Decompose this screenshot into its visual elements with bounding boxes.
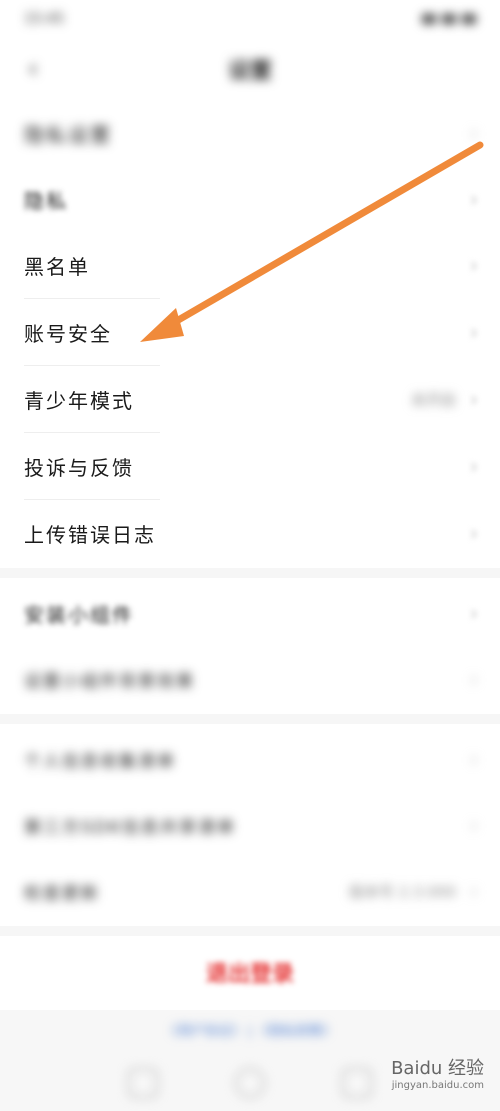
row-label: 个人信息收集清单 <box>24 751 176 772</box>
settings-row-feedback[interactable]: 投诉与反馈 › <box>0 433 500 499</box>
chevron-right-icon: › <box>470 121 478 145</box>
row-label: 第三方SDK信息共享清单 <box>24 817 237 838</box>
chevron-right-icon: › <box>470 813 478 837</box>
settings-row-blacklist[interactable]: 黑名单 › <box>0 232 500 298</box>
back-icon[interactable]: ‹ <box>18 54 48 84</box>
row-label: 青少年模式 <box>24 388 134 413</box>
watermark: Baidu 经验 jingyan.baidu.com <box>391 1054 484 1091</box>
page-title: 设置 <box>227 59 272 84</box>
square-icon[interactable] <box>128 1068 159 1098</box>
row-label: 上传错误日志 <box>24 522 156 547</box>
status-icons <box>422 14 476 24</box>
settings-row-upload-log[interactable]: 上传错误日志 › <box>0 500 500 566</box>
section-gap <box>0 926 500 936</box>
settings-row-account-security[interactable]: 账号安全 › <box>0 299 500 365</box>
chevron-right-icon: › <box>470 253 478 277</box>
teen-mode-status: 未开启 <box>410 390 456 409</box>
settings-row-privacy-settings[interactable]: 隐私设置 › <box>0 100 500 166</box>
chevron-right-icon: › <box>470 387 478 411</box>
watermark-title: Baidu 经验 <box>391 1058 484 1079</box>
settings-row-widget-background[interactable]: 设置小组件背景效果 › <box>0 646 500 712</box>
footer: 《用户协议》 | 《隐私政策》 Baidu 经验 jingyan.baidu.c… <box>0 1010 500 1111</box>
chevron-right-icon: › <box>470 521 478 545</box>
settings-row-privacy[interactable]: 隐私 › <box>0 166 500 232</box>
back-nav-icon[interactable] <box>341 1068 372 1098</box>
row-label: 检查更新 <box>24 883 100 904</box>
watermark-sub: jingyan.baidu.com <box>391 1080 484 1091</box>
chevron-right-icon: › <box>470 320 478 344</box>
home-icon[interactable] <box>234 1068 265 1098</box>
chevron-right-icon: › <box>470 747 478 771</box>
chevron-right-icon: › <box>470 879 478 903</box>
section-gap <box>0 714 500 724</box>
battery-icon <box>462 14 476 24</box>
section-gap <box>0 568 500 578</box>
row-label: 安装小组件 <box>24 602 134 627</box>
logout-label: 退出登录 <box>205 962 294 987</box>
row-label: 设置小组件背景效果 <box>24 671 195 692</box>
settings-row-teen-mode[interactable]: 青少年模式 未开启 › <box>0 366 500 432</box>
chevron-right-icon: › <box>470 667 478 691</box>
status-time: 15:45 <box>24 11 65 27</box>
row-label: 账号安全 <box>24 321 112 346</box>
nav-bar: ‹ 设置 <box>0 38 500 100</box>
chevron-right-icon: › <box>470 187 478 211</box>
signal-icon <box>422 14 436 24</box>
footer-links[interactable]: 《用户协议》 | 《隐私政策》 <box>0 1020 500 1039</box>
status-bar: 15:45 <box>0 0 500 38</box>
wifi-icon <box>442 14 456 24</box>
row-label: 黑名单 <box>24 254 90 279</box>
settings-row-personal-info-list[interactable]: 个人信息收集清单 › <box>0 726 500 792</box>
settings-row-install-widget[interactable]: 安装小组件 › <box>0 580 500 646</box>
version-value: 版本号 2.3.000 <box>348 882 456 901</box>
logout-button[interactable]: 退出登录 <box>0 940 500 1004</box>
settings-row-sdk-list[interactable]: 第三方SDK信息共享清单 › <box>0 792 500 858</box>
chevron-right-icon: › <box>470 454 478 478</box>
row-label: 隐私设置 <box>24 122 112 147</box>
settings-row-check-update[interactable]: 检查更新 版本号 2.3.000 › <box>0 858 500 924</box>
row-label: 隐私 <box>24 188 68 213</box>
row-label: 投诉与反馈 <box>24 455 134 480</box>
chevron-right-icon: › <box>470 601 478 625</box>
